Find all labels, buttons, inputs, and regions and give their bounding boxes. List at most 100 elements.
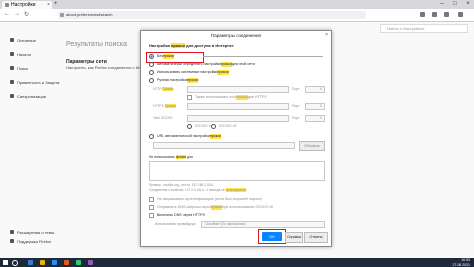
- sidebar-item-addons[interactable]: Расширения и темы: [10, 230, 70, 239]
- radio-icon: [149, 134, 154, 139]
- clock-date: 27.08.2021: [452, 262, 470, 267]
- gear-icon: [5, 2, 9, 7]
- radio-icon: [149, 62, 154, 67]
- sidebar: Основные Начало Поиск Приватность и Защи…: [10, 38, 65, 108]
- port-label: Порт: [292, 116, 300, 120]
- http-proxy-label: HTTP Прокси: [153, 87, 174, 91]
- sidebar-footer: Расширения и темы Поддержка Firefox: [10, 230, 70, 248]
- find-in-settings-input[interactable]: Найти в Настройках: [380, 24, 468, 33]
- sidebar-item-search[interactable]: Поиск: [10, 66, 65, 80]
- search-icon[interactable]: [12, 260, 18, 266]
- page-title: Результаты поиска: [66, 41, 128, 48]
- lock-icon: [10, 80, 14, 84]
- address-text: about:preferences#search: [66, 12, 113, 17]
- auto-config-url-radio[interactable]: URL автоматической настройки прокси: [149, 134, 222, 139]
- library-icon[interactable]: [432, 12, 437, 17]
- close-window-button[interactable]: ×: [462, 0, 474, 9]
- sidebar-item-label: Расширения и темы: [17, 230, 55, 235]
- sidebar-item-label: Основные: [17, 38, 36, 43]
- sidebar-item-privacy[interactable]: Приватность и Защита: [10, 80, 65, 94]
- app-icon[interactable]: [76, 260, 81, 265]
- dialog-title: Параметры соединения: [210, 33, 261, 38]
- checkbox-icon: [149, 205, 154, 210]
- new-tab-button[interactable]: +: [54, 0, 58, 9]
- no-auth-prompt-checkbox[interactable]: Не запрашивать аутентификацию (если был …: [149, 197, 262, 202]
- explorer-icon[interactable]: [40, 260, 45, 265]
- firefox-icon[interactable]: [64, 260, 69, 265]
- sync-icon: [10, 94, 14, 98]
- close-icon[interactable]: ×: [325, 31, 328, 40]
- radio-icon: [149, 70, 154, 75]
- proxy-heading: Настройка прокси для доступа в Интернет: [149, 43, 234, 48]
- no-proxy-radio[interactable]: Без прокси: [149, 54, 175, 59]
- connection-settings-dialog: Параметры соединения × Настройка прокси …: [140, 30, 332, 247]
- radio-icon: [149, 78, 154, 83]
- maximize-button[interactable]: □: [449, 0, 461, 9]
- manual-proxy-radio[interactable]: Ручная настройка прокси: [149, 78, 199, 83]
- reload-button[interactable]: ↻: [24, 11, 29, 18]
- minimize-button[interactable]: –: [436, 0, 448, 9]
- no-proxy-for-textarea[interactable]: [149, 161, 325, 181]
- cancel-button[interactable]: Отмена: [304, 232, 328, 243]
- windows-start-icon[interactable]: [3, 260, 8, 265]
- home-icon: [10, 52, 14, 56]
- downloads-icon[interactable]: [420, 12, 425, 17]
- port-label: Порт: [292, 87, 300, 91]
- ok-button[interactable]: OK: [262, 232, 282, 241]
- radio-icon: [149, 54, 154, 59]
- no-proxy-for-label: Не использовать прокси для: [149, 155, 193, 159]
- sidebar-item-home[interactable]: Начало: [10, 52, 65, 66]
- edge-icon[interactable]: [52, 260, 57, 265]
- port-label: Порт: [292, 104, 300, 108]
- provider-select[interactable]: Cloudflare (По умолчанию): [201, 221, 325, 228]
- forward-button[interactable]: →: [14, 11, 20, 17]
- tab-close-icon[interactable]: ×: [47, 1, 50, 9]
- checkbox-icon: [187, 95, 192, 100]
- search-icon: [10, 66, 14, 70]
- clock[interactable]: 10:53 27.08.2021: [452, 258, 470, 267]
- http-proxy-input[interactable]: [187, 86, 289, 93]
- app-icon[interactable]: [88, 260, 93, 265]
- http-port-input[interactable]: 0: [305, 86, 325, 93]
- menu-icon[interactable]: [458, 12, 463, 17]
- https-proxy-input[interactable]: [187, 103, 289, 110]
- system-proxy-radio[interactable]: Использовать системные настройки прокси: [149, 70, 229, 75]
- checkbox-icon: [149, 197, 154, 202]
- reload-pac-button[interactable]: Обновить: [299, 141, 325, 151]
- socks-dns-checkbox[interactable]: Отправлять DNS-запросы через прокси при …: [149, 205, 273, 210]
- tab-title: Настройки: [11, 2, 36, 8]
- gear-icon: [10, 38, 14, 42]
- https-proxy-label: HTTPS Прокси: [153, 104, 176, 108]
- https-port-input[interactable]: 0: [305, 103, 325, 110]
- socks-host-label: Узел SOCKS: [153, 116, 173, 120]
- tab-settings[interactable]: Настройки ×: [2, 1, 52, 9]
- autodetect-radio[interactable]: Автоматически определять настройки прокс…: [149, 62, 255, 67]
- socks-host-input[interactable]: [187, 115, 289, 122]
- also-https-checkbox[interactable]: Также использовать этот прокси для HTTPS: [187, 95, 267, 100]
- sidebar-item-sync[interactable]: Синхронизация: [10, 94, 65, 108]
- back-button[interactable]: ←: [4, 11, 10, 17]
- sidebar-item-label: Поддержка Firefox: [17, 239, 52, 244]
- localhost-note: Соединения с localhost, 127.0.0.1/8 и ::…: [149, 188, 247, 192]
- tab-strip: Настройки × + – □ ×: [0, 0, 474, 9]
- sidebar-item-label: Поиск: [17, 66, 29, 71]
- page-info-icon[interactable]: [60, 13, 64, 17]
- radio-icon: [211, 124, 216, 129]
- sidebar-item-general[interactable]: Основные: [10, 38, 65, 52]
- auto-config-url-input[interactable]: [153, 142, 295, 149]
- account-icon[interactable]: [444, 12, 449, 17]
- socks-v5-radio[interactable]: SOCKS v5: [211, 124, 236, 129]
- example-note: Пример: .mozilla.org, .net.nz, 192.168.1…: [149, 183, 214, 187]
- address-bar[interactable]: about:preferences#search: [58, 11, 366, 19]
- sidebar-item-label: Начало: [17, 52, 31, 57]
- sidebar-item-support[interactable]: Поддержка Firefox: [10, 239, 70, 248]
- sidebar-item-label: Синхронизация: [17, 94, 46, 99]
- help-icon: [10, 239, 14, 243]
- socks-port-input[interactable]: 0: [305, 115, 325, 122]
- help-button[interactable]: Справка: [285, 232, 303, 243]
- task-view-icon[interactable]: [28, 260, 33, 265]
- dns-over-https-checkbox[interactable]: Включить DNS через HTTPS: [149, 213, 205, 218]
- checkbox-icon: [149, 213, 154, 218]
- focus-line: [203, 56, 323, 57]
- socks-v4-radio[interactable]: SOCKS v4: [187, 124, 212, 129]
